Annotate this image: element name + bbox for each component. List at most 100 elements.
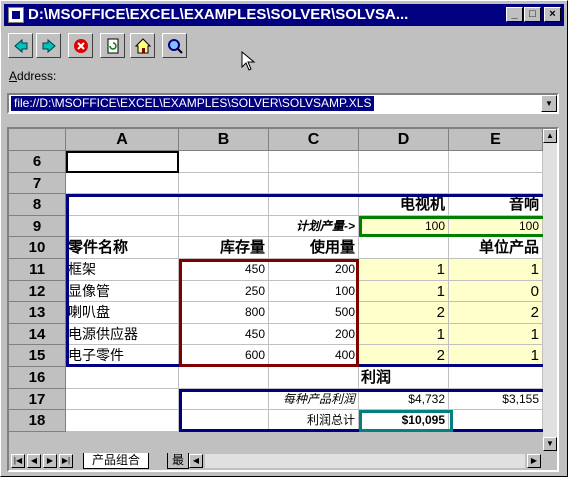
row-header[interactable]: 10 (9, 237, 66, 259)
cell-e18[interactable] (449, 410, 543, 432)
cell-b6[interactable] (179, 151, 269, 173)
cell-e11[interactable]: 1 (449, 259, 543, 281)
cell-c9[interactable]: 计划产量-> (269, 215, 359, 238)
column-header-d[interactable]: D (359, 129, 449, 151)
row-header[interactable]: 18 (9, 410, 66, 432)
back-arrow-icon[interactable] (8, 33, 33, 58)
address-value[interactable]: file://D:\MSOFFICE\EXCEL\EXAMPLES\SOLVER… (11, 96, 375, 111)
cell-d14[interactable]: 1 (359, 323, 449, 346)
cell-b8[interactable] (179, 194, 269, 216)
cell-b12[interactable]: 250 (179, 280, 269, 303)
cell-a11[interactable]: 框架 (66, 259, 179, 281)
cell-b11[interactable]: 450 (179, 259, 269, 281)
cell-d12[interactable]: 1 (359, 280, 449, 303)
search-icon[interactable] (162, 33, 187, 58)
column-header-e[interactable]: E (449, 129, 543, 151)
row-header[interactable]: 9 (9, 215, 66, 238)
cell-b14[interactable]: 450 (179, 323, 269, 346)
column-header-b[interactable]: B (179, 129, 269, 151)
cell-e17[interactable]: $3,155 (449, 388, 543, 411)
hscroll-left-icon[interactable]: ◀ (189, 454, 203, 468)
row-header[interactable]: 11 (9, 259, 66, 281)
address-field[interactable]: file://D:\MSOFFICE\EXCEL\EXAMPLES\SOLVER… (7, 93, 559, 114)
minimize-button[interactable]: _ (506, 7, 523, 22)
cell-e13[interactable]: 2 (449, 302, 543, 324)
cell-c16[interactable] (269, 367, 359, 389)
cell-b17[interactable] (179, 388, 269, 411)
cell-b18[interactable] (179, 410, 269, 432)
scroll-down-icon[interactable]: ▼ (543, 437, 557, 451)
row-header[interactable]: 16 (9, 367, 66, 389)
select-all-corner[interactable] (9, 129, 66, 151)
cell-a10[interactable]: 零件名称 (66, 237, 179, 259)
cell-d17[interactable]: $4,732 (359, 388, 449, 411)
cell-a6[interactable] (66, 151, 179, 173)
cell-d9[interactable]: 100 (359, 215, 449, 238)
stop-icon[interactable] (68, 33, 93, 58)
column-header-c[interactable]: C (269, 129, 359, 151)
cell-b7[interactable] (179, 172, 269, 195)
maximize-button[interactable]: □ (524, 7, 541, 22)
cell-e14[interactable]: 1 (449, 323, 543, 346)
hscroll-right-icon[interactable]: ▶ (527, 454, 541, 468)
cell-e15[interactable]: 1 (449, 345, 543, 367)
cell-d8[interactable]: 电视机 (359, 194, 449, 216)
cell-b9[interactable] (179, 215, 269, 238)
cell-e7[interactable] (449, 172, 543, 195)
cell-a8[interactable] (66, 194, 179, 216)
cell-c6[interactable] (269, 151, 359, 173)
cell-e8[interactable]: 音响 (449, 194, 543, 216)
refresh-icon[interactable] (100, 33, 125, 58)
cell-e10[interactable]: 单位产品 (449, 237, 543, 259)
row-header[interactable]: 15 (9, 345, 66, 367)
close-button[interactable]: × (544, 7, 561, 22)
home-icon[interactable] (130, 33, 155, 58)
vertical-scrollbar[interactable]: ▲ ▼ (543, 129, 557, 451)
cell-b16[interactable] (179, 367, 269, 389)
tab-first-icon[interactable]: |◀ (11, 454, 25, 468)
cell-a15[interactable]: 电子零件 (66, 345, 179, 367)
cell-a12[interactable]: 显像管 (66, 280, 179, 303)
sheet-tab-active[interactable]: 产品组合 (83, 453, 150, 469)
row-header[interactable]: 14 (9, 323, 66, 346)
cell-a16[interactable] (66, 367, 179, 389)
cell-b10[interactable]: 库存量 (179, 237, 269, 259)
cell-d6[interactable] (359, 151, 449, 173)
cell-c8[interactable] (269, 194, 359, 216)
cell-d7[interactable] (359, 172, 449, 195)
cell-e6[interactable] (449, 151, 543, 173)
cell-d15[interactable]: 2 (359, 345, 449, 367)
cell-c7[interactable] (269, 172, 359, 195)
cell-d18[interactable]: $10,095 (359, 410, 449, 432)
address-dropdown-icon[interactable]: ▼ (541, 95, 557, 112)
system-menu-icon[interactable] (8, 7, 24, 23)
cell-d10[interactable] (359, 237, 449, 259)
cell-c15[interactable]: 400 (269, 345, 359, 367)
cell-b15[interactable]: 600 (179, 345, 269, 367)
column-header-a[interactable]: A (66, 129, 179, 151)
row-header[interactable]: 6 (9, 151, 66, 173)
cell-c18[interactable]: 利润总计 (269, 410, 359, 432)
cell-c14[interactable]: 200 (269, 323, 359, 346)
tab-last-icon[interactable]: ▶| (59, 454, 73, 468)
sheet-tab-next[interactable]: 最 (167, 453, 190, 469)
cell-d13[interactable]: 2 (359, 302, 449, 324)
scroll-track[interactable] (543, 143, 557, 441)
row-header[interactable]: 7 (9, 172, 66, 195)
cell-c17[interactable]: 每种产品利润 (269, 388, 359, 411)
forward-arrow-icon[interactable] (36, 33, 61, 58)
cell-d11[interactable]: 1 (359, 259, 449, 281)
cell-a17[interactable] (66, 388, 179, 411)
row-header[interactable]: 12 (9, 280, 66, 303)
cell-e16[interactable] (449, 367, 543, 389)
tab-prev-icon[interactable]: ◀ (27, 454, 41, 468)
cell-b13[interactable]: 800 (179, 302, 269, 324)
cell-e9[interactable]: 100 (449, 215, 543, 238)
cell-a9[interactable] (66, 215, 179, 238)
cell-a7[interactable] (66, 172, 179, 195)
cell-c12[interactable]: 100 (269, 280, 359, 303)
cell-a18[interactable] (66, 410, 179, 432)
cell-c13[interactable]: 500 (269, 302, 359, 324)
row-header[interactable]: 8 (9, 194, 66, 216)
cell-a13[interactable]: 喇叭盘 (66, 302, 179, 324)
